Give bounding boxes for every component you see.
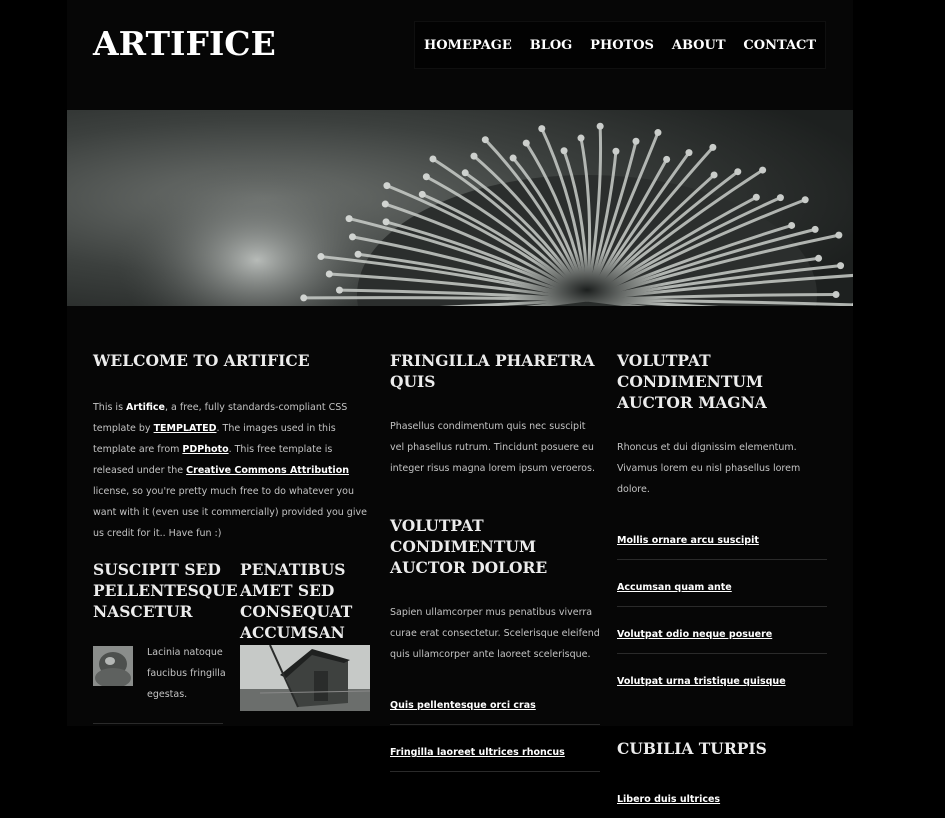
flower-petal-tip: [429, 155, 437, 163]
statue-thumbnail[interactable]: [93, 646, 133, 688]
mid-link-2[interactable]: Fringilla laoreet ultrices rhoncus: [390, 747, 565, 758]
right-link-1[interactable]: Mollis ornare arcu suscipit: [617, 535, 759, 546]
flower-petal-tip: [381, 200, 389, 208]
right-link-3[interactable]: Volutpat odio neque posuere: [617, 629, 772, 640]
nav-contact[interactable]: CONTACT: [743, 38, 816, 53]
welcome-text-part: license, so you're pretty much free to d…: [93, 486, 367, 539]
nav-homepage[interactable]: HOMEPAGE: [424, 38, 512, 53]
list-item: Volutpat urna tristique quisque: [617, 654, 827, 700]
barn-photo: [240, 644, 371, 711]
flower-petal-tip: [811, 225, 819, 233]
flower-petal-tip: [317, 253, 325, 261]
barn-thumbnail[interactable]: [240, 644, 371, 711]
welcome-text: This is Artifice, a free, fully standard…: [93, 397, 373, 544]
flower-petal-tip: [837, 262, 845, 270]
right-link-4[interactable]: Volutpat urna tristique quisque: [617, 676, 786, 687]
flower-petal-tip: [835, 231, 843, 239]
mid-link-1[interactable]: Quis pellentesque orci cras: [390, 700, 536, 711]
sub-section-1-text: Lacinia natoque faucibus fringilla egest…: [147, 647, 226, 700]
right-link-list-2: Libero duis ultrices: [617, 772, 827, 818]
sub-section-2-title: PENATIBUS AMET SED CONSEQUAT ACCUMSAN: [240, 560, 353, 642]
list-item: Mollis ornare arcu suscipit: [617, 513, 827, 560]
creative-commons-link[interactable]: Creative Commons Attribution: [186, 465, 349, 476]
flower-petal-tip: [801, 196, 809, 204]
welcome-title: WELCOME TO ARTIFICE: [93, 351, 310, 370]
flower-petal-tip: [596, 122, 604, 130]
sub-section-1-title: SUSCIPIT SED PELLENTESQUE NASCETUR: [93, 560, 238, 621]
flower-petal-tip: [325, 270, 333, 278]
flower-petal-tip: [612, 147, 620, 155]
page: ARTIFICE HOMEPAGE BLOG PHOTOS ABOUT CONT…: [67, 0, 853, 805]
list-item: Quis pellentesque orci cras: [390, 678, 600, 725]
flower-petal-tip: [522, 139, 530, 147]
nav-photos[interactable]: PHOTOS: [590, 38, 654, 53]
right-section-1-text: Rhoncus et dui dignissim elementum. Viva…: [617, 442, 801, 495]
flower-petal-tip: [461, 169, 469, 177]
welcome-section: WELCOME TO ARTIFICE This is Artifice, a …: [93, 350, 373, 544]
flower-petal-tip: [470, 152, 478, 160]
flower-petal-tip: [560, 147, 568, 155]
main-nav: HOMEPAGE BLOG PHOTOS ABOUT CONTACT: [414, 21, 826, 69]
welcome-text-part: This is: [93, 402, 127, 413]
flower-petal-tip: [422, 173, 430, 181]
flower-petal-tip: [832, 290, 840, 298]
nav-about[interactable]: ABOUT: [672, 38, 726, 53]
flower-petal-tip: [345, 215, 353, 223]
flower-petal-tip: [815, 254, 823, 262]
site-logo[interactable]: ARTIFICE: [93, 24, 276, 63]
flower-petal-tip: [538, 125, 546, 133]
flower-petal-tip: [759, 166, 767, 174]
right-section-1-title: VOLUTPAT CONDIMENTUM AUCTOR MAGNA: [617, 351, 767, 412]
list-item: Volutpat odio neque posuere: [617, 607, 827, 654]
mid-link-list: Quis pellentesque orci cras Fringilla la…: [390, 678, 600, 772]
mid-section-2-title: VOLUTPAT CONDIMENTUM AUCTOR DOLORE: [390, 516, 548, 577]
flower-petal-tip: [788, 221, 796, 229]
sub-section-1: SUSCIPIT SED PELLENTESQUE NASCETUR: [93, 559, 238, 622]
flower-petal-tip: [300, 294, 308, 302]
flower-petal-tip: [734, 168, 742, 176]
flower-petal-tip: [710, 171, 718, 179]
flower-petal-tip: [335, 286, 343, 294]
flower-petal-tip: [509, 154, 517, 162]
right2-link-1[interactable]: Libero duis ultrices: [617, 794, 720, 805]
right-column: VOLUTPAT CONDIMENTUM AUCTOR MAGNA Rhoncu…: [617, 350, 827, 818]
flower-petal-tip: [685, 149, 693, 157]
list-item: Libero duis ultrices: [617, 772, 827, 818]
flower-petal-tip: [418, 190, 426, 198]
list-item: Accumsan quam ante: [617, 560, 827, 607]
mid-section-1-title: FRINGILLA PHARETRA QUIS: [390, 351, 595, 391]
flower-petal-tip: [382, 218, 390, 226]
flower-petal-tip: [348, 233, 356, 241]
flower-petal-tip: [776, 194, 784, 202]
welcome-brand-name: Artifice: [126, 402, 165, 413]
statue-photo: [93, 646, 133, 688]
flower-petal-tip: [663, 155, 671, 163]
right-section-2-title: CUBILIA TURPIS: [617, 739, 767, 758]
flower-petal-tip: [654, 129, 662, 137]
middle-column: FRINGILLA PHARETRA QUIS Phasellus condim…: [390, 350, 600, 772]
right-link-2[interactable]: Accumsan quam ante: [617, 582, 732, 593]
flower-petal-tip: [354, 250, 362, 258]
flower-petal-tip: [752, 193, 760, 201]
right-link-list: Mollis ornare arcu suscipit Accumsan qua…: [617, 513, 827, 700]
mid-section-2-text: Sapien ullamcorper mus penatibus viverra…: [390, 607, 600, 660]
divider: [93, 723, 223, 724]
nav-blog[interactable]: BLOG: [530, 38, 573, 53]
pdphoto-link[interactable]: PDPhoto: [182, 444, 228, 455]
flower-petal-tip: [481, 136, 489, 144]
templated-link[interactable]: TEMPLATED: [154, 423, 217, 434]
flower-photo: [67, 110, 853, 306]
sub-section-2: PENATIBUS AMET SED CONSEQUAT ACCUMSAN: [240, 559, 375, 643]
mid-section-1-text: Phasellus condimentum quis nec suscipit …: [390, 421, 595, 474]
flower-petal-tip: [709, 143, 717, 151]
flower-petal-tip: [383, 182, 391, 190]
flower-petal-tip: [577, 134, 585, 142]
hero-image: [67, 110, 853, 306]
list-item: Fringilla laoreet ultrices rhoncus: [390, 725, 600, 772]
flower-petal-tip: [632, 137, 640, 145]
